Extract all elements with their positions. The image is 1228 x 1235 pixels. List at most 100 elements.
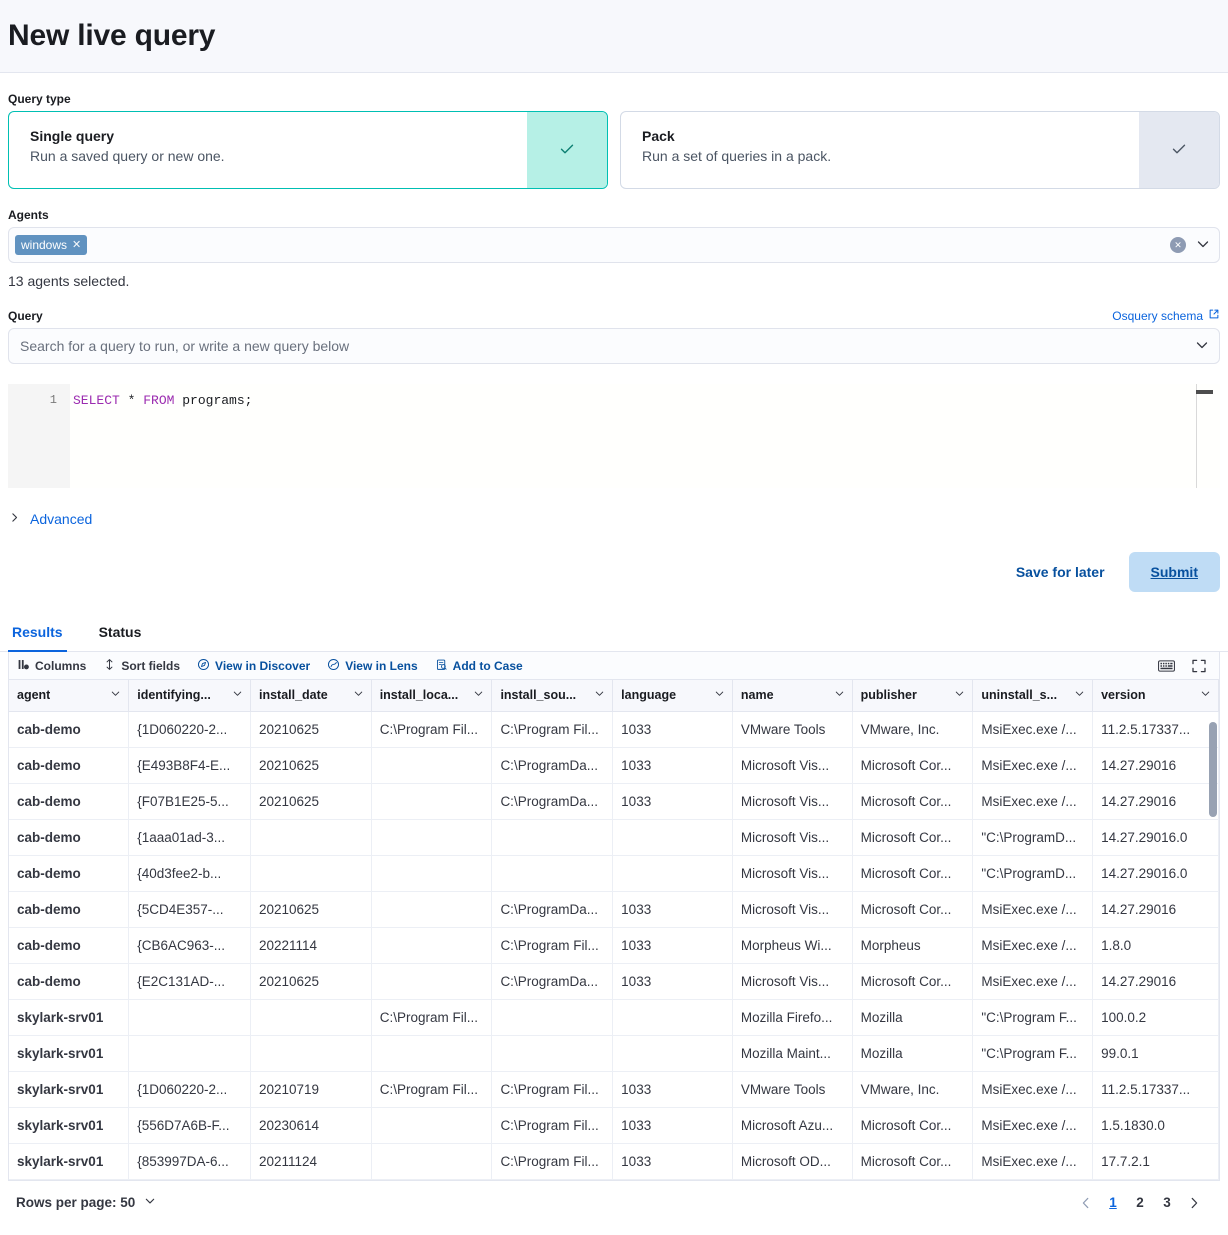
cell-name: Morpheus Wi... xyxy=(732,927,852,963)
advanced-toggle[interactable]: Advanced xyxy=(8,511,1220,527)
cell-install-loca xyxy=(371,1143,492,1179)
cell-agent[interactable]: cab-demo xyxy=(9,711,129,747)
cell-agent[interactable]: cab-demo xyxy=(9,819,129,855)
cell-agent[interactable]: cab-demo xyxy=(9,927,129,963)
table-row[interactable]: cab-demo{CB6AC963-...20221114C:\Program … xyxy=(9,927,1219,963)
table-row[interactable]: skylark-srv01Mozilla Maint...Mozilla"C:\… xyxy=(9,1035,1219,1071)
previous-page-icon[interactable] xyxy=(1074,1191,1098,1215)
cell-agent[interactable]: cab-demo xyxy=(9,747,129,783)
cell-agent[interactable]: cab-demo xyxy=(9,891,129,927)
chevron-down-icon[interactable] xyxy=(1073,687,1086,703)
chevron-down-icon[interactable] xyxy=(109,687,122,703)
column-header-name[interactable]: name xyxy=(732,680,852,711)
table-row[interactable]: cab-demo{F07B1E25-5...20210625C:\Program… xyxy=(9,783,1219,819)
agent-chip-windows[interactable]: windows ✕ xyxy=(15,235,87,255)
query-type-card-pack[interactable]: Pack Run a set of queries in a pack. xyxy=(620,111,1220,189)
editor-code[interactable]: SELECT * FROM programs; xyxy=(70,384,1220,488)
chevron-down-icon[interactable] xyxy=(231,687,244,703)
table-scrollbar-thumb[interactable] xyxy=(1209,722,1217,817)
query-type-card-row: Single query Run a saved query or new on… xyxy=(8,111,1220,189)
cell-agent[interactable]: skylark-srv01 xyxy=(9,1107,129,1143)
cell-agent[interactable]: skylark-srv01 xyxy=(9,1071,129,1107)
results-tabs: Results Status xyxy=(0,617,1228,652)
table-row[interactable]: skylark-srv01{1D060220-2...20210719C:\Pr… xyxy=(9,1071,1219,1107)
cell-agent[interactable]: cab-demo xyxy=(9,855,129,891)
column-header-uninstall-string[interactable]: uninstall_s... xyxy=(973,680,1093,711)
column-header-version[interactable]: version xyxy=(1093,680,1219,711)
cell-version: 100.0.2 xyxy=(1093,999,1219,1035)
cell-agent[interactable]: cab-demo xyxy=(9,783,129,819)
column-header-publisher[interactable]: publisher xyxy=(852,680,973,711)
cell-install-loca xyxy=(371,1107,492,1143)
column-header-install-source[interactable]: install_sou... xyxy=(492,680,613,711)
clear-icon[interactable]: ✕ xyxy=(1170,237,1186,253)
column-header-identifying-number[interactable]: identifying... xyxy=(129,680,251,711)
cell-language: 1033 xyxy=(613,711,733,747)
cell-agent[interactable]: cab-demo xyxy=(9,963,129,999)
columns-button[interactable]: Columns xyxy=(17,658,86,674)
close-icon[interactable]: ✕ xyxy=(72,240,81,251)
page-number-3[interactable]: 3 xyxy=(1155,1191,1179,1215)
table-row[interactable]: cab-demo{5CD4E357-...20210625C:\ProgramD… xyxy=(9,891,1219,927)
table-row[interactable]: cab-demo{E2C131AD-...20210625C:\ProgramD… xyxy=(9,963,1219,999)
column-header-install-date[interactable]: install_date xyxy=(250,680,371,711)
submit-button[interactable]: Submit xyxy=(1129,552,1220,592)
table-row[interactable]: skylark-srv01C:\Program Fil...Mozilla Fi… xyxy=(9,999,1219,1035)
cell-agent[interactable]: skylark-srv01 xyxy=(9,1143,129,1179)
chevron-down-icon[interactable] xyxy=(472,687,485,703)
cell-uninstall-s: MsiExec.exe /... xyxy=(973,1071,1093,1107)
query-type-single-query-check-area[interactable] xyxy=(527,112,607,188)
sort-icon xyxy=(103,658,116,674)
sql-editor[interactable]: 1 SELECT * FROM programs; xyxy=(8,384,1220,488)
keyboard-shortcuts-icon[interactable] xyxy=(1158,659,1175,673)
page-number-1[interactable]: 1 xyxy=(1101,1191,1125,1215)
saved-query-select[interactable]: Search for a query to run, or write a ne… xyxy=(8,328,1220,364)
cell-install-loca xyxy=(371,819,492,855)
column-header-install-location[interactable]: install_loca... xyxy=(371,680,492,711)
fullscreen-icon[interactable] xyxy=(1191,658,1207,674)
view-in-discover-button[interactable]: View in Discover xyxy=(197,658,310,674)
table-vertical-scrollbar[interactable] xyxy=(1209,712,1217,1179)
table-row[interactable]: cab-demo{1aaa01ad-3...Microsoft Vis...Mi… xyxy=(9,819,1219,855)
query-type-pack-check-area[interactable] xyxy=(1139,112,1219,188)
query-type-card-single-query[interactable]: Single query Run a saved query or new on… xyxy=(8,111,608,189)
chevron-down-icon[interactable] xyxy=(833,687,846,703)
page-number-2[interactable]: 2 xyxy=(1128,1191,1152,1215)
view-in-lens-button[interactable]: View in Lens xyxy=(327,658,417,674)
chevron-down-icon[interactable] xyxy=(713,687,726,703)
osquery-schema-link[interactable]: Osquery schema xyxy=(1112,308,1220,323)
save-for-later-button[interactable]: Save for later xyxy=(1006,556,1115,588)
sort-fields-button[interactable]: Sort fields xyxy=(103,658,180,674)
results-table-body: cab-demo{1D060220-2...20210625C:\Program… xyxy=(9,711,1219,1179)
column-header-agent[interactable]: agent xyxy=(9,680,129,711)
cell-install-loca xyxy=(371,783,492,819)
agents-combobox[interactable]: windows ✕ ✕ xyxy=(8,227,1220,263)
chevron-down-icon[interactable] xyxy=(953,687,966,703)
chevron-down-icon[interactable] xyxy=(1194,337,1210,356)
cell-identifying: {5CD4E357-... xyxy=(129,891,251,927)
cell-agent[interactable]: skylark-srv01 xyxy=(9,999,129,1035)
rows-per-page-selector[interactable]: Rows per page: 50 xyxy=(16,1194,157,1211)
lens-icon xyxy=(327,658,340,674)
table-row[interactable]: cab-demo{E493B8F4-E...20210625C:\Program… xyxy=(9,747,1219,783)
column-header-agent-label: agent xyxy=(17,688,50,702)
tab-status[interactable]: Status xyxy=(95,618,146,652)
chevron-down-icon[interactable] xyxy=(593,687,606,703)
cell-publisher: VMware, Inc. xyxy=(852,711,973,747)
cell-language: 1033 xyxy=(613,783,733,819)
cell-identifying: {556D7A6B-F... xyxy=(129,1107,251,1143)
chevron-down-icon[interactable] xyxy=(1199,687,1212,703)
column-header-language[interactable]: language xyxy=(613,680,733,711)
tab-results[interactable]: Results xyxy=(8,618,67,652)
table-row[interactable]: skylark-srv01{556D7A6B-F...20230614C:\Pr… xyxy=(9,1107,1219,1143)
next-page-icon[interactable] xyxy=(1182,1191,1206,1215)
chevron-down-icon[interactable] xyxy=(1195,236,1211,255)
chevron-down-icon[interactable] xyxy=(352,687,365,703)
add-to-case-button[interactable]: Add to Case xyxy=(435,658,523,674)
table-row[interactable]: skylark-srv01{853997DA-6...20211124C:\Pr… xyxy=(9,1143,1219,1179)
cell-install-date xyxy=(250,819,371,855)
cell-agent[interactable]: skylark-srv01 xyxy=(9,1035,129,1071)
table-row[interactable]: cab-demo{1D060220-2...20210625C:\Program… xyxy=(9,711,1219,747)
cell-version: 1.8.0 xyxy=(1093,927,1219,963)
table-row[interactable]: cab-demo{40d3fee2-b...Microsoft Vis...Mi… xyxy=(9,855,1219,891)
